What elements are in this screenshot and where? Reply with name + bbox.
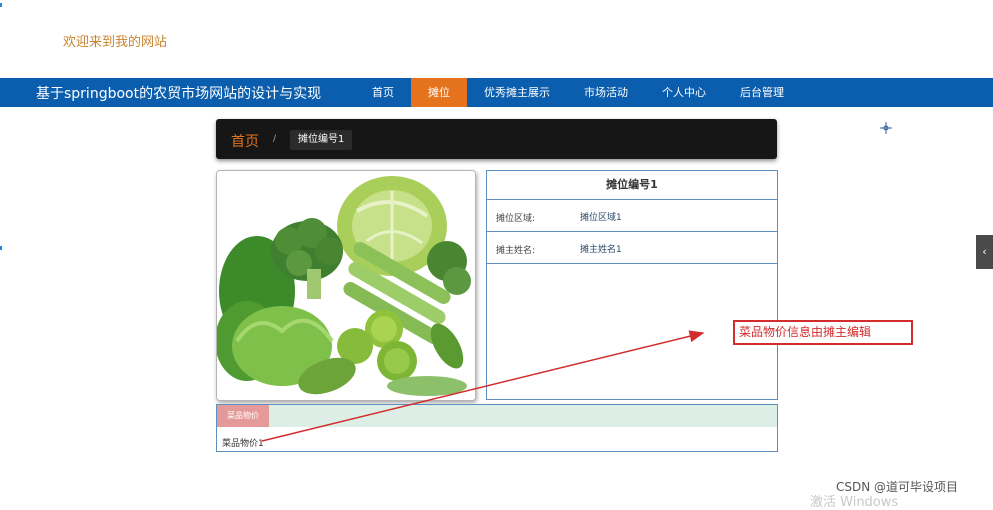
main-nav: 首页 摊位 优秀摊主展示 市场活动 个人中心 后台管理 (355, 78, 801, 107)
site-title: 基于springboot的农贸市场网站的设计与实现 (36, 86, 322, 102)
edge-marker (0, 3, 2, 7)
stall-info-title: 摊位编号1 (487, 171, 777, 200)
chevron-left-icon[interactable]: ‹ (976, 235, 993, 269)
nav-item-home[interactable]: 首页 (355, 78, 411, 107)
nav-item-admin[interactable]: 后台管理 (723, 78, 801, 107)
nav-item-top-vendors[interactable]: 优秀摊主展示 (467, 78, 567, 107)
nav-item-stalls[interactable]: 摊位 (411, 78, 467, 107)
breadcrumb-home-link[interactable]: 首页 (231, 131, 259, 151)
price-panel: 菜品物价 菜品物价1 (216, 404, 778, 452)
info-value-owner: 摊主姓名1 (580, 245, 622, 255)
price-tabbar: 菜品物价 (217, 405, 777, 427)
price-content: 菜品物价1 (222, 439, 264, 449)
tab-dish-prices[interactable]: 菜品物价 (217, 405, 269, 427)
edge-marker (0, 246, 2, 250)
welcome-text: 欢迎来到我的网站 (63, 35, 168, 50)
info-row-area: 摊位区域: 摊位区域1 (487, 200, 777, 232)
nav-item-personal-center[interactable]: 个人中心 (645, 78, 723, 107)
breadcrumb: 首页 / 摊位编号1 (216, 119, 777, 159)
stall-image (216, 170, 476, 401)
top-navbar: 基于springboot的农贸市场网站的设计与实现 首页 摊位 优秀摊主展示 市… (0, 78, 993, 107)
breadcrumb-current: 摊位编号1 (290, 130, 353, 150)
info-row-owner: 摊主姓名: 摊主姓名1 (487, 232, 777, 264)
info-label-area: 摊位区域: (496, 214, 536, 224)
nav-item-market-events[interactable]: 市场活动 (567, 78, 645, 107)
info-value-area: 摊位区域1 (580, 213, 622, 223)
breadcrumb-separator: / (273, 134, 277, 144)
crosshair-icon (880, 122, 892, 134)
annotation-callout: 菜品物价信息由摊主编辑 (733, 320, 913, 345)
vegetables-image (217, 171, 475, 400)
stall-info-panel: 摊位编号1 摊位区域: 摊位区域1 摊主姓名: 摊主姓名1 (486, 170, 778, 400)
info-label-owner: 摊主姓名: (496, 246, 536, 256)
windows-activation-watermark: 激活 Windows (810, 495, 899, 510)
